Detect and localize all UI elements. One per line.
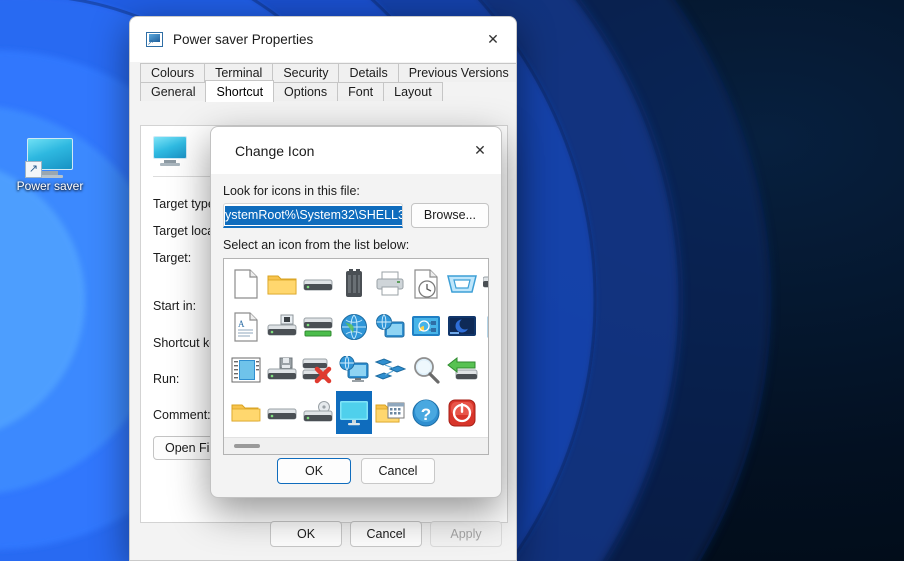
change-icon-title: Change Icon [235,142,315,159]
icon-install-arrow-drive-icon[interactable] [444,348,480,391]
svg-text:A: A [238,319,245,329]
apply-button: Apply [430,521,502,547]
icon-network-drive-icon[interactable] [264,305,300,348]
icon-drive-green-bar-icon[interactable] [300,305,336,348]
tabs-row-1: Colours Terminal Security Details Previo… [140,63,516,82]
icon-help-question-icon[interactable]: ? [408,391,444,434]
select-icon-label: Select an icon from the list below: [223,238,410,252]
icon-hard-drive-icon[interactable] [300,262,336,305]
icon-grid: A ? [224,259,488,434]
properties-footer: OK Cancel Apply [130,508,516,560]
icon-window-frame-icon[interactable] [444,262,480,305]
icon-server-drive-icon[interactable] [264,391,300,434]
ok-button[interactable]: OK [277,458,351,484]
icon-path-row: ystemRoot%\System32\SHELL32.dll Browse..… [223,203,489,228]
browse-button[interactable]: Browse... [410,203,489,228]
icon-recent-document-clock-icon[interactable] [408,262,444,305]
icon-network-nodes-icon[interactable] [372,348,408,391]
monitor-icon: ↗ [25,138,73,178]
icon-shortcut-overlay-icon[interactable] [480,305,488,348]
icon-path-value: ystemRoot%\System32\SHELL32.dll [225,205,402,225]
tab-font[interactable]: Font [337,82,385,101]
icon-monitor-display-icon[interactable] [336,391,372,434]
change-icon-dialog: Change Icon ✕ Look for icons in this fil… [210,126,502,498]
icon-package-box-icon[interactable] [480,348,488,391]
tab-options[interactable]: Options [273,82,339,101]
icon-list-box[interactable]: A ? [223,258,489,455]
icon-path-input[interactable]: ystemRoot%\System32\SHELL32.dll [223,203,403,228]
ok-button[interactable]: OK [270,521,342,547]
icon-network-connection-monitor-icon[interactable] [336,348,372,391]
shortcut-arrow-icon: ↗ [25,161,42,178]
icon-text-document-icon[interactable]: A [228,305,264,348]
tab-previous-versions[interactable]: Previous Versions [397,63,516,82]
properties-window-title: Power saver Properties [173,32,314,47]
change-icon-footer: OK Cancel [211,445,501,497]
cancel-button[interactable]: Cancel [350,521,422,547]
desktop-shortcut-power-saver[interactable]: ↗ Power saver [8,138,92,193]
icon-battery-icon[interactable] [336,262,372,305]
svg-text:?: ? [421,405,431,424]
cancel-button[interactable]: Cancel [361,458,435,484]
tabs-row-2: General Shortcut Options Font Layout [140,80,443,102]
close-icon[interactable]: ✕ [463,133,497,167]
properties-titlebar: ↗ Power saver Properties ✕ [130,17,516,62]
close-icon[interactable]: ✕ [470,17,516,62]
icon-search-magnifier-icon[interactable] [408,348,444,391]
tab-details[interactable]: Details [338,63,399,82]
icon-shutdown-power-icon[interactable] [444,391,480,434]
icon-share-drive-icon[interactable] [480,262,488,305]
tab-layout[interactable]: Layout [383,82,443,101]
icon-list-window-icon[interactable] [228,348,264,391]
look-for-icons-label: Look for icons in this file: [223,184,360,198]
tab-general[interactable]: General [140,82,207,101]
icon-display-settings-icon[interactable] [408,305,444,348]
tab-colours[interactable]: Colours [140,63,206,82]
icon-floppy-save-drive-icon[interactable] [264,348,300,391]
icon-partial-edge-icon[interactable] [480,391,488,434]
tab-shortcut[interactable]: Shortcut [205,80,275,102]
icon-disconnected-drive-icon[interactable] [300,348,336,391]
desktop: ↗ Power saver ↗ Power saver Properties ✕… [0,0,904,561]
properties-tabstrip: Colours Terminal Security Details Previo… [130,62,516,104]
icon-optical-drive-icon[interactable] [300,391,336,434]
icon-open-folder-icon[interactable] [228,391,264,434]
icon-printer-icon[interactable] [372,262,408,305]
shortcut-properties-icon: ↗ [146,32,163,47]
icon-globe-internet-icon[interactable] [336,305,372,348]
icon-moon-monitor-icon[interactable] [444,305,480,348]
icon-folder-icon[interactable] [264,262,300,305]
change-icon-body: Look for icons in this file: ystemRoot%\… [211,184,501,455]
icon-folder-calendar-icon[interactable] [372,391,408,434]
desktop-shortcut-label: Power saver [16,179,84,193]
icon-blank-document-icon[interactable] [228,262,264,305]
monitor-icon [153,136,187,166]
icon-network-globe-folder-icon[interactable] [372,305,408,348]
change-icon-titlebar: Change Icon ✕ [211,127,501,174]
tab-security[interactable]: Security [272,63,340,82]
